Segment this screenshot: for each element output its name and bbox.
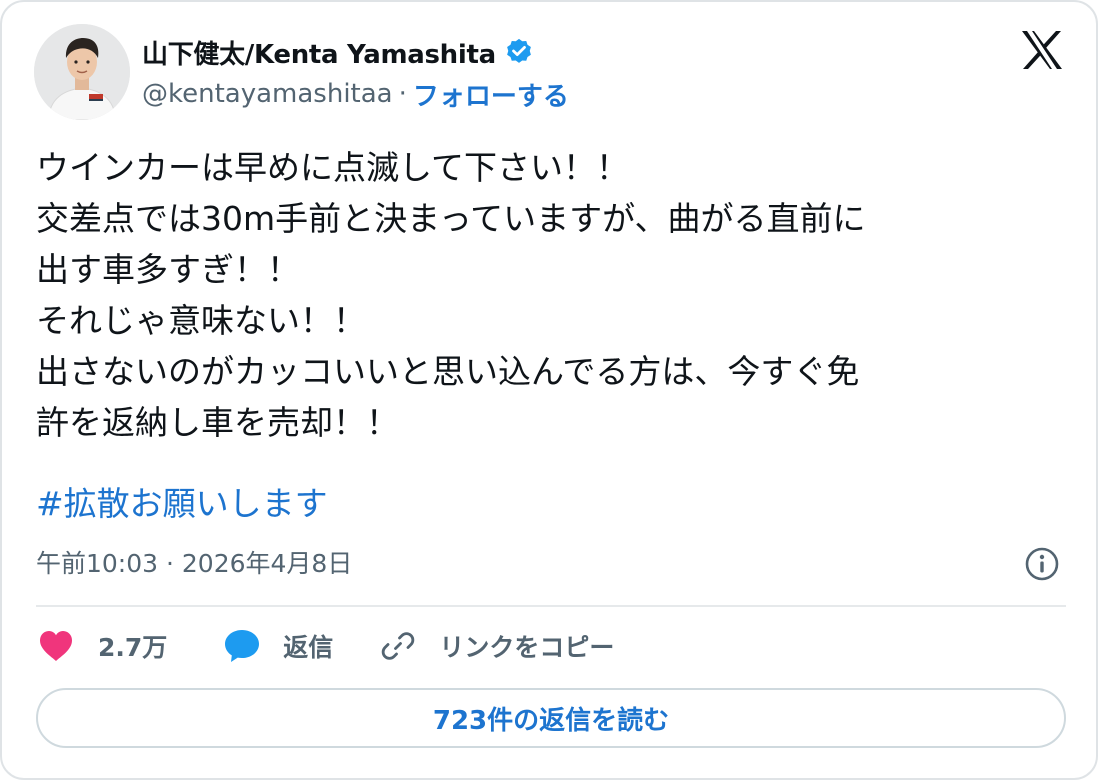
tweet-text-line: それじゃ意味ない！！	[36, 301, 366, 340]
hashtag-link[interactable]: #拡散お願いします	[36, 478, 328, 529]
author-handle[interactable]: @kentayamashitaa	[142, 79, 393, 109]
copy-link-button[interactable]: リンクをコピー	[381, 628, 614, 664]
reply-button[interactable]: 返信	[223, 628, 333, 664]
tweet-text-line: 交差点では30m手前と決まっていますが、曲がる直前に	[36, 199, 866, 238]
link-icon	[381, 629, 415, 663]
handle-separator: ·	[398, 79, 407, 109]
tweet-text-line: ウインカーは早めに点滅して下さい！！	[36, 148, 630, 187]
follow-button[interactable]: フォローする	[413, 76, 569, 113]
tweet-text-line: 許を返納し車を売却！！	[36, 403, 399, 442]
author-handle-row: @kentayamashitaa · フォローする	[142, 74, 569, 114]
tweet-timestamp[interactable]: 午前10:03 · 2026年4月8日	[36, 546, 352, 582]
avatar[interactable]	[34, 24, 130, 120]
reply-label: 返信	[283, 633, 334, 662]
verified-badge-icon	[504, 37, 534, 67]
author-display-name[interactable]: 山下健太/Kenta Yamashita	[142, 34, 496, 71]
copy-link-label: リンクをコピー	[439, 633, 615, 662]
like-count: 2.7万	[98, 633, 168, 662]
info-icon[interactable]	[1024, 546, 1060, 582]
x-logo-icon[interactable]	[1020, 30, 1064, 70]
reply-bubble-icon	[223, 628, 261, 664]
read-replies-button[interactable]: 723件の返信を読む	[36, 688, 1066, 748]
author-name-row: 山下健太/Kenta Yamashita	[142, 32, 534, 72]
tweet-card: 山下健太/Kenta Yamashita @kentayamashitaa · …	[0, 0, 1098, 780]
tweet-text: ウインカーは早めに点滅して下さい！！ 交差点では30m手前と決まっていますが、曲…	[36, 142, 1046, 448]
divider	[36, 605, 1066, 607]
like-button[interactable]: 2.7万	[38, 628, 167, 664]
tweet-text-line: 出す車多すぎ！！	[36, 250, 300, 289]
tweet-text-line: 出さないのがカッコいいと思い込んでる方は、今すぐ免	[36, 352, 860, 391]
heart-icon	[38, 629, 74, 663]
action-bar: 2.7万 返信 リンクをコピー	[38, 620, 614, 672]
